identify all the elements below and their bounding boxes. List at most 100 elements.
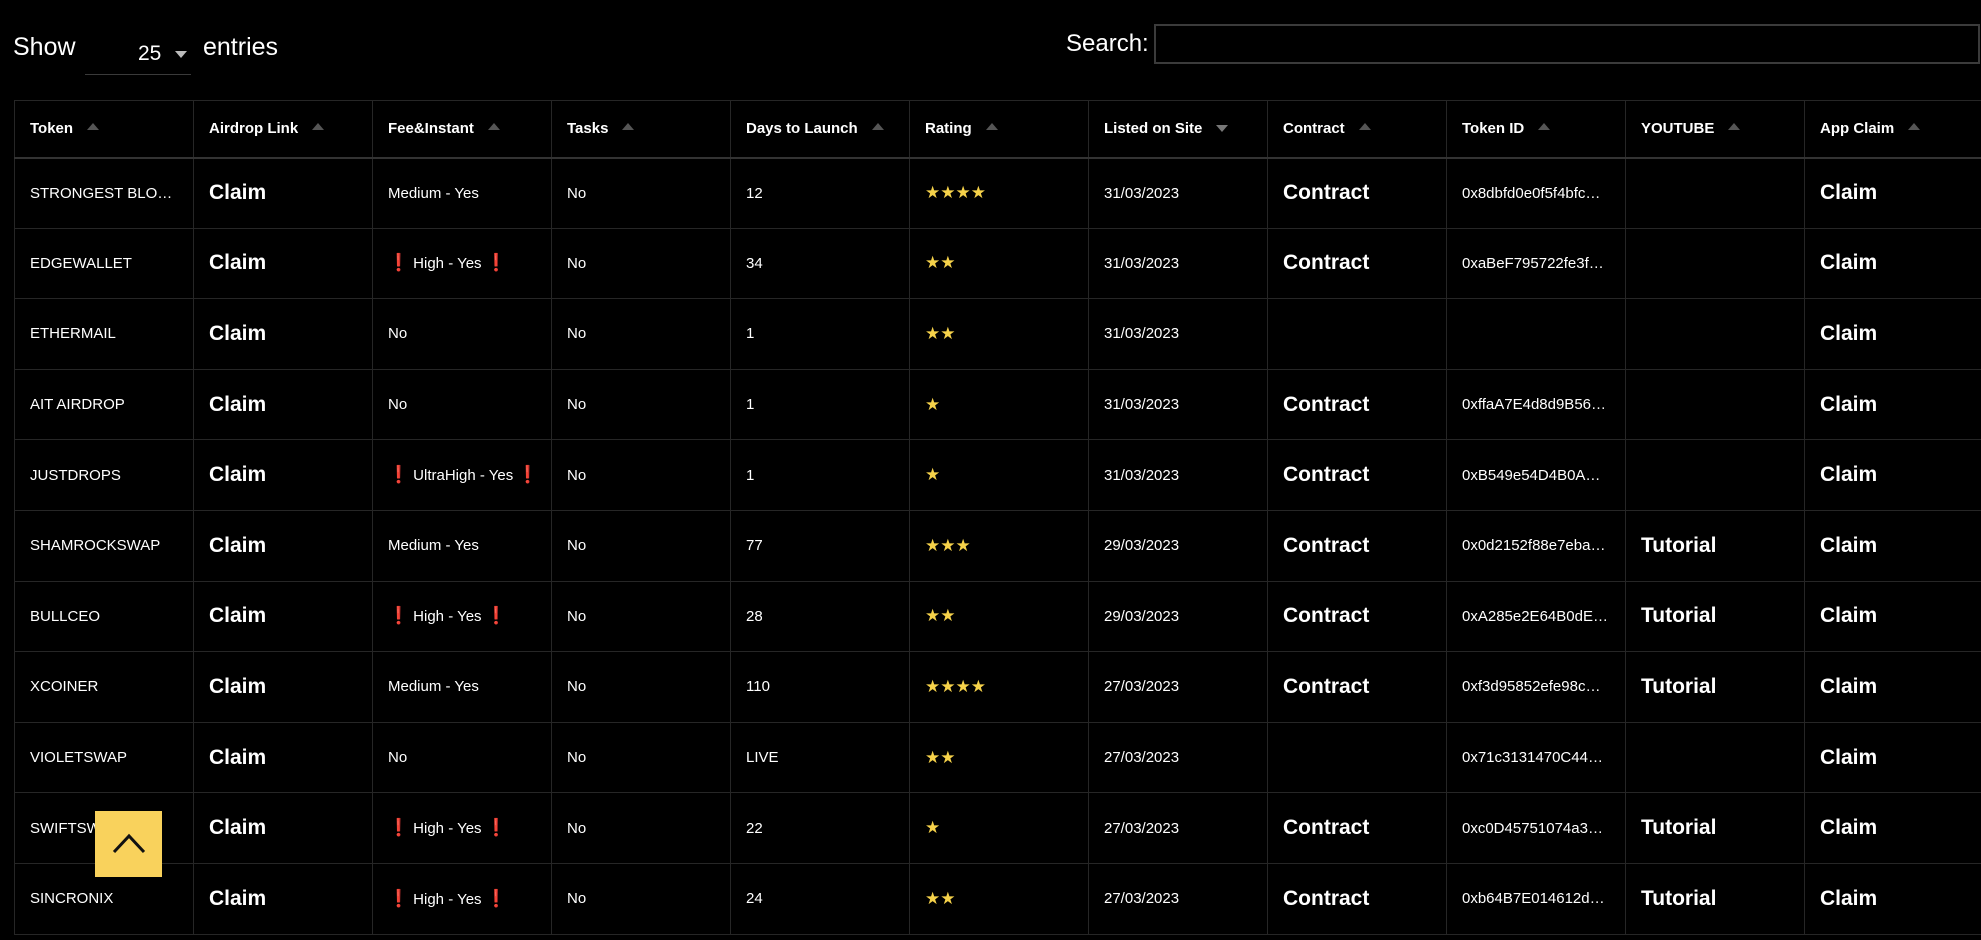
column-header-label: Token (30, 120, 74, 138)
column-header-contract[interactable]: Contract (1267, 100, 1447, 159)
contract-cell: Contract (1267, 509, 1447, 582)
listed-cell-text: 31/03/2023 (1104, 325, 1180, 343)
airdrop-claim-link[interactable]: Claim (209, 251, 266, 274)
contract-link[interactable]: Contract (1283, 604, 1369, 627)
airdrop-claim-link[interactable]: Claim (209, 675, 266, 698)
contract-link[interactable]: Contract (1283, 534, 1369, 557)
contract-link[interactable]: Contract (1283, 887, 1369, 910)
contract-link[interactable]: Contract (1283, 675, 1369, 698)
star-icon: ★ (925, 253, 941, 273)
table-row: ETHERMAIL Claim No No 1 ★★ 31/03/2023 Claim (14, 298, 1981, 370)
app-claim-link[interactable]: Claim (1820, 181, 1877, 204)
tasks-cell-text: No (567, 466, 587, 484)
app-claim-cell: Claim (1804, 439, 1981, 511)
fee-text: No (388, 749, 408, 767)
days-cell-text: 12 (746, 184, 763, 202)
tasks-cell-text: No (567, 607, 587, 625)
fee-cell: No (372, 721, 552, 794)
youtube-tutorial-link[interactable]: Tutorial (1641, 887, 1716, 910)
search-input[interactable] (1154, 24, 1980, 64)
sort-desc-icon (1216, 125, 1229, 133)
sort-asc-icon (985, 123, 998, 131)
star-icon: ★ (970, 676, 986, 696)
table-row: XCOINER Claim Medium - Yes No 110 ★★★★ 27/03/2… (14, 651, 1981, 723)
days-cell: 1 (730, 298, 910, 370)
app-claim-link[interactable]: Claim (1820, 251, 1877, 274)
airdrop-claim-link[interactable]: Claim (209, 322, 266, 345)
app-claim-link[interactable]: Claim (1820, 322, 1877, 345)
listed-cell-text: 29/03/2023 (1104, 607, 1180, 625)
app-claim-link[interactable]: Claim (1820, 887, 1877, 910)
sort-asc-icon (87, 123, 100, 131)
fee-text: Medium - Yes (388, 678, 479, 696)
star-rating: ★ (925, 818, 940, 837)
app-claim-link[interactable]: Claim (1820, 463, 1877, 486)
airdrop-claim-link[interactable]: Claim (209, 534, 266, 557)
token-id-cell-text: 0xc0D45751074a3… (1462, 819, 1603, 837)
column-header-youtube[interactable]: YOUTUBE (1625, 100, 1805, 159)
column-header-token-id[interactable]: Token ID (1446, 100, 1626, 159)
contract-link[interactable]: Contract (1283, 393, 1369, 416)
airdrop-claim-link[interactable]: Claim (209, 604, 266, 627)
column-header-app-claim[interactable]: App Claim (1804, 100, 1981, 159)
contract-link[interactable]: Contract (1283, 463, 1369, 486)
youtube-tutorial-cell: Tutorial (1625, 792, 1805, 864)
contract-link[interactable]: Contract (1283, 181, 1369, 204)
star-rating: ★★★★ (925, 183, 986, 202)
youtube-tutorial-link[interactable]: Tutorial (1641, 534, 1716, 557)
airdrop-claim-link[interactable]: Claim (209, 393, 266, 416)
days-cell: LIVE (730, 721, 910, 794)
tasks-cell-text: No (567, 537, 587, 555)
token-id-cell: 0xA285e2E64B0dE… (1446, 580, 1626, 653)
tasks-cell: No (551, 651, 731, 723)
app-claim-link[interactable]: Claim (1820, 816, 1877, 839)
star-icon: ★ (925, 818, 941, 838)
youtube-tutorial-link[interactable]: Tutorial (1641, 675, 1716, 698)
app-claim-link[interactable]: Claim (1820, 534, 1877, 557)
column-header-listed-on-site[interactable]: Listed on Site (1088, 100, 1268, 159)
tasks-cell-text: No (567, 678, 587, 696)
youtube-tutorial-cell (1625, 157, 1805, 229)
airdrop-claim-link[interactable]: Claim (209, 816, 266, 839)
table-header-row: Token Airdrop Link Fee&Instant Tasks Days to… (14, 100, 1981, 159)
airdrop-claim-link[interactable]: Claim (209, 887, 266, 910)
listed-cell: 31/03/2023 (1088, 157, 1268, 229)
sort-asc-icon (1728, 123, 1741, 131)
airdrop-claim-cell: Claim (193, 721, 373, 794)
app-claim-cell: Claim (1804, 298, 1981, 370)
column-header-airdrop-link[interactable]: Airdrop Link (193, 100, 373, 159)
youtube-tutorial-link[interactable]: Tutorial (1641, 816, 1716, 839)
tasks-cell: No (551, 368, 731, 441)
app-claim-link[interactable]: Claim (1820, 393, 1877, 416)
youtube-tutorial-link[interactable]: Tutorial (1641, 604, 1716, 627)
app-claim-link[interactable]: Claim (1820, 746, 1877, 769)
contract-link[interactable]: Contract (1283, 251, 1369, 274)
column-header-token[interactable]: Token (14, 100, 194, 159)
token-cell-text: JUSTDROPS (30, 466, 121, 484)
page-length-select[interactable]: 25 (85, 28, 191, 75)
airdrop-table-page: Show 25 entries Search: Token Airdrop Lin… (0, 0, 1981, 940)
column-header-label: Token ID (1462, 120, 1525, 138)
column-header-days-to-launch[interactable]: Days to Launch (730, 100, 910, 159)
back-to-top-button[interactable] (95, 811, 162, 877)
airdrop-claim-link[interactable]: Claim (209, 746, 266, 769)
token-cell: STRONGEST BLO… (14, 157, 194, 229)
airdrop-claim-link[interactable]: Claim (209, 463, 266, 486)
airdrop-claim-link[interactable]: Claim (209, 181, 266, 204)
column-header-rating[interactable]: Rating (909, 100, 1089, 159)
days-cell-text: 28 (746, 607, 763, 625)
fee-cell: No (372, 368, 552, 441)
contract-link[interactable]: Contract (1283, 816, 1369, 839)
days-cell: 1 (730, 439, 910, 511)
column-header-tasks[interactable]: Tasks (551, 100, 731, 159)
fee-text: Medium - Yes (388, 537, 479, 555)
token-id-cell-text: 0x71c3131470C44… (1462, 749, 1603, 767)
contract-cell: Contract (1267, 580, 1447, 653)
star-rating: ★★★★ (925, 677, 986, 696)
column-header-fee-instant[interactable]: Fee&Instant (372, 100, 552, 159)
token-id-cell: 0xc0D45751074a3… (1446, 792, 1626, 864)
star-icon: ★ (925, 747, 941, 767)
listed-cell-text: 31/03/2023 (1104, 466, 1180, 484)
app-claim-link[interactable]: Claim (1820, 604, 1877, 627)
app-claim-link[interactable]: Claim (1820, 675, 1877, 698)
